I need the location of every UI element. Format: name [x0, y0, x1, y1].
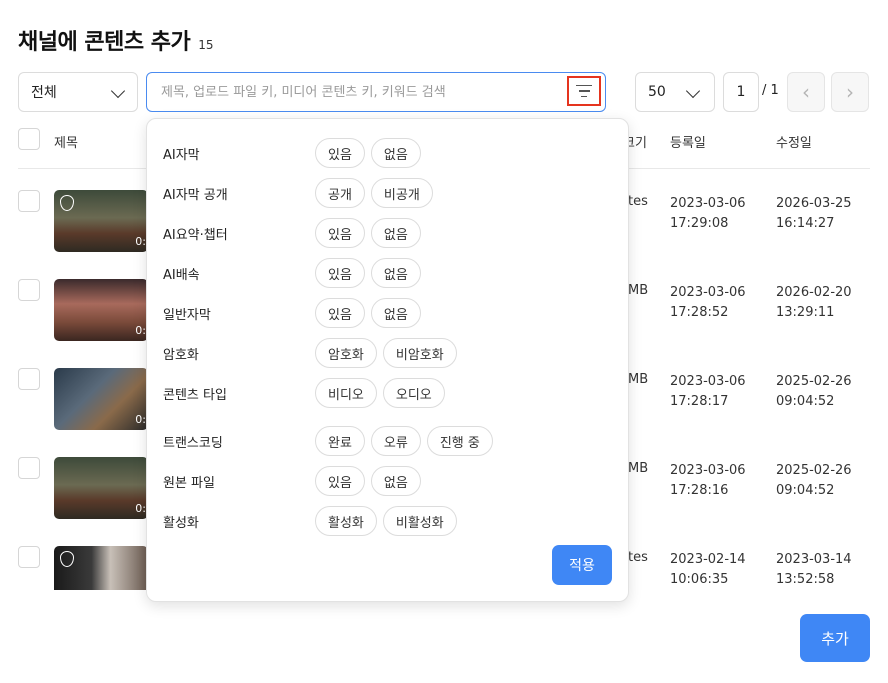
page-total: / 1	[762, 83, 779, 98]
page-input[interactable]: 1	[723, 72, 759, 112]
video-thumbnail[interactable]: 0:	[54, 190, 148, 252]
scope-select-value: 전체	[31, 85, 57, 101]
filter-row: AI자막 공개 공개 비공개	[163, 178, 439, 208]
filter-label: 원본 파일	[163, 475, 215, 491]
filter-row: 콘텐츠 타입 비디오 오디오	[163, 378, 451, 408]
filter-label: AI배속	[163, 267, 200, 283]
registered-date: 2023-02-14 10:06:35	[670, 552, 746, 587]
duration: 0:	[135, 502, 146, 515]
per-page-select[interactable]: 50	[635, 72, 715, 112]
filter-label: AI자막 공개	[163, 187, 228, 203]
filter-label: AI자막	[163, 147, 200, 163]
filter-chip[interactable]: 없음	[370, 298, 421, 328]
registered-date: 2023-03-06 17:28:17	[670, 374, 746, 409]
filter-row: AI자막 있음 없음	[163, 138, 427, 168]
video-thumbnail[interactable]: 0:	[54, 457, 148, 519]
filter-chip[interactable]: 비공개	[370, 178, 433, 208]
modified-date: 2026-03-25 16:14:27	[776, 196, 852, 231]
filter-chip[interactable]: 없음	[370, 466, 421, 496]
modified-date: 2025-02-26 09:04:52	[776, 463, 852, 498]
registered-date: 2023-03-06 17:28:16	[670, 463, 746, 498]
filter-chip[interactable]: 있음	[315, 466, 365, 496]
prev-page-button[interactable]: ‹	[787, 72, 825, 112]
select-all-checkbox[interactable]	[18, 128, 40, 150]
file-size: tes	[628, 194, 648, 209]
filter-label: 암호화	[163, 347, 199, 363]
filter-label: 활성화	[163, 515, 199, 531]
registered-date: 2023-03-06 17:28:52	[670, 285, 746, 320]
content-count: 15	[198, 38, 214, 52]
per-page-value: 50	[648, 84, 666, 100]
filter-row: AI요약·챕터 있음 없음	[163, 218, 427, 248]
filter-label: 트랜스코딩	[163, 435, 223, 451]
apply-button[interactable]: 적용	[552, 545, 612, 585]
filter-row: 트랜스코딩 완료 오류 진행 중	[163, 426, 499, 456]
filter-chip[interactable]: 비활성화	[382, 506, 457, 536]
filter-chip[interactable]: 완료	[315, 426, 365, 456]
row-checkbox[interactable]	[18, 190, 40, 212]
modified-date: 2026-02-20 13:29:11	[776, 285, 852, 320]
chevron-left-icon: ‹	[802, 80, 810, 104]
search-box[interactable]	[146, 72, 606, 112]
file-size: MB	[628, 372, 649, 387]
video-thumbnail[interactable]	[54, 546, 148, 590]
filter-chip[interactable]: 없음	[370, 138, 421, 168]
filter-row: 암호화 암호화 비암호화	[163, 338, 463, 368]
video-thumbnail[interactable]: 0:	[54, 368, 148, 430]
filter-row: 원본 파일 있음 없음	[163, 466, 427, 496]
filter-chip[interactable]: 있음	[315, 138, 365, 168]
column-title[interactable]: 제목	[54, 132, 78, 151]
filter-chip[interactable]: 진행 중	[426, 426, 493, 456]
filter-chip[interactable]: 있음	[315, 298, 365, 328]
filter-chip[interactable]: 있음	[315, 258, 365, 288]
shield-icon	[60, 551, 74, 567]
duration: 0:	[135, 324, 146, 337]
next-page-button[interactable]: ›	[831, 72, 869, 112]
filter-chip[interactable]: 비암호화	[382, 338, 457, 368]
filter-icon[interactable]	[567, 76, 601, 106]
filter-chip[interactable]: 오디오	[382, 378, 445, 408]
duration: 0:	[135, 413, 146, 426]
row-checkbox[interactable]	[18, 368, 40, 390]
chevron-down-icon	[110, 83, 126, 99]
file-size: MB	[628, 283, 649, 298]
row-checkbox[interactable]	[18, 457, 40, 479]
shield-icon	[60, 195, 74, 211]
filter-label: AI요약·챕터	[163, 227, 228, 243]
video-thumbnail[interactable]: 0:	[54, 279, 148, 341]
scope-select[interactable]: 전체	[18, 72, 138, 112]
filter-chip[interactable]: 없음	[370, 218, 421, 248]
filter-row: AI배속 있음 없음	[163, 258, 427, 288]
registered-date: 2023-03-06 17:29:08	[670, 196, 746, 231]
filter-chip[interactable]: 오류	[370, 426, 421, 456]
duration: 0:	[135, 235, 146, 248]
filter-chip[interactable]: 비디오	[315, 378, 377, 408]
modified-date: 2023-03-14 13:52:58	[776, 552, 852, 587]
filter-chip[interactable]: 암호화	[315, 338, 377, 368]
column-modified[interactable]: 수정일	[776, 132, 812, 151]
filter-chip[interactable]: 공개	[315, 178, 365, 208]
filter-chip[interactable]: 있음	[315, 218, 365, 248]
add-button[interactable]: 추가	[800, 614, 870, 662]
search-input[interactable]	[161, 84, 561, 100]
dialog-header: 채널에 콘텐츠 추가 15	[18, 24, 214, 56]
filter-chip[interactable]: 없음	[370, 258, 421, 288]
file-size: MB	[628, 461, 649, 476]
filter-row: 일반자막 있음 없음	[163, 298, 427, 328]
file-size: tes	[628, 550, 648, 565]
row-checkbox[interactable]	[18, 279, 40, 301]
filter-label: 일반자막	[163, 307, 211, 323]
filter-label: 콘텐츠 타입	[163, 387, 227, 403]
filter-popup: AI자막 있음 없음 AI자막 공개 공개 비공개 AI요약·챕터 있음 없음 …	[146, 118, 629, 602]
modified-date: 2025-02-26 09:04:52	[776, 374, 852, 409]
chevron-right-icon: ›	[846, 80, 854, 104]
chevron-down-icon	[685, 83, 701, 99]
column-registered[interactable]: 등록일	[670, 132, 706, 151]
row-checkbox[interactable]	[18, 546, 40, 568]
filter-chip[interactable]: 활성화	[315, 506, 377, 536]
filter-row: 활성화 활성화 비활성화	[163, 506, 463, 536]
dialog-title: 채널에 콘텐츠 추가	[18, 30, 191, 55]
